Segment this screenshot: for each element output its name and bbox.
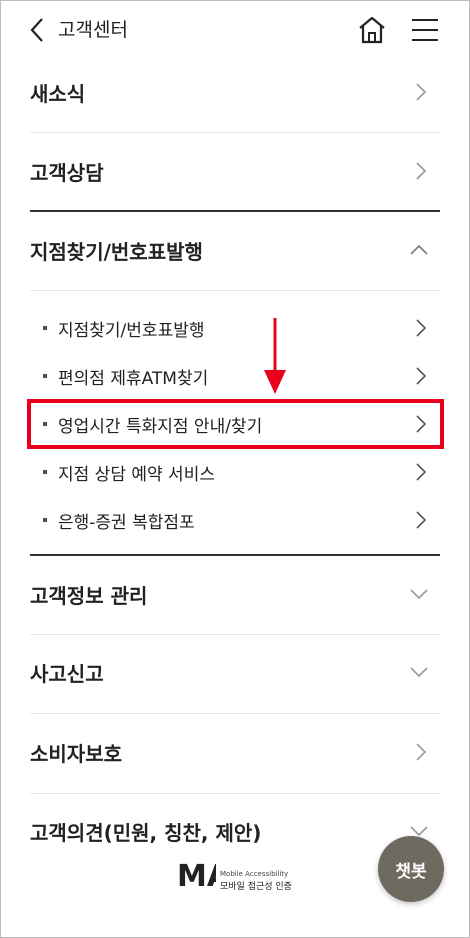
- bullet: [43, 374, 47, 378]
- chevron-down-icon: [410, 589, 428, 600]
- submenu-item-bank-securities[interactable]: 은행-증권 복합점포: [30, 504, 440, 536]
- menu-item-label: 지점찾기/번호표발행: [30, 239, 203, 264]
- menu-item-label: 고객상담: [30, 160, 104, 185]
- mobile-accessibility-badge: MA Mobile Accessibility 모바일 접근성 인증: [176, 854, 306, 894]
- menu-item-branch[interactable]: 지점찾기/번호표발행: [30, 228, 440, 272]
- menu-item-label: 사고신고: [30, 661, 104, 686]
- menu-item-info[interactable]: 고객정보 관리: [30, 572, 440, 616]
- divider: [30, 793, 440, 794]
- submenu-item-reservation[interactable]: 지점 상담 예약 서비스: [30, 456, 440, 488]
- menu-item-label: 새소식: [30, 81, 86, 106]
- home-icon: [359, 16, 385, 44]
- divider: [30, 554, 440, 556]
- badge-korean: 모바일 접근성 인증: [220, 882, 292, 892]
- menu-item-label: 소비자보호: [30, 741, 122, 766]
- highlight-box: [27, 399, 444, 449]
- menu-item-label: 고객정보 관리: [30, 583, 148, 608]
- chevron-right-icon: [416, 743, 427, 761]
- hamburger-menu-icon: [412, 19, 438, 41]
- submenu-item-branch-find[interactable]: 지점찾기/번호표발행: [30, 312, 440, 344]
- page-title: 고객센터: [58, 19, 128, 41]
- chevron-right-icon: [416, 319, 427, 337]
- back-button[interactable]: [28, 16, 48, 44]
- chevron-right-icon: [416, 511, 427, 529]
- home-button[interactable]: [356, 14, 388, 46]
- ma-mark-text: MA: [177, 859, 216, 894]
- submenu-label: 지점 상담 예약 서비스: [58, 464, 215, 485]
- menu-item-opinion[interactable]: 고객의견(민원, 칭찬, 제안): [30, 809, 440, 853]
- menu-item-news[interactable]: 새소식: [30, 70, 440, 114]
- divider: [30, 634, 440, 635]
- divider: [30, 132, 440, 133]
- chevron-left-icon: [30, 18, 43, 42]
- chatbot-label: 챗봇: [395, 861, 427, 882]
- submenu-label: 지점찾기/번호표발행: [58, 320, 205, 341]
- menu-item-accident[interactable]: 사고신고: [30, 650, 440, 694]
- chatbot-button[interactable]: 챗봇: [378, 836, 444, 902]
- chevron-right-icon: [416, 367, 427, 385]
- chevron-right-icon: [416, 162, 427, 180]
- divider: [30, 713, 440, 714]
- submenu-label: 편의점 제휴ATM찾기: [58, 368, 209, 389]
- bullet: [43, 470, 47, 474]
- ma-logo-icon: MA: [176, 854, 216, 894]
- submenu-label: 은행-증권 복합점포: [58, 512, 195, 533]
- chevron-right-icon: [416, 463, 427, 481]
- submenu-item-atm[interactable]: 편의점 제휴ATM찾기: [30, 360, 440, 392]
- bullet: [43, 518, 47, 522]
- badge-english: Mobile Accessibility: [220, 870, 289, 878]
- menu-button[interactable]: [410, 16, 440, 44]
- divider: [30, 210, 440, 212]
- bullet: [43, 326, 47, 330]
- menu-item-consumer[interactable]: 소비자보호: [30, 730, 440, 774]
- app-header: 고객센터: [0, 0, 470, 60]
- menu-item-label: 고객의견(민원, 칭찬, 제안): [30, 820, 262, 845]
- menu-item-consult[interactable]: 고객상담: [30, 149, 440, 193]
- down-arrow-icon: [264, 318, 286, 394]
- divider: [30, 290, 440, 291]
- chevron-right-icon: [416, 83, 427, 101]
- chevron-down-icon: [410, 667, 428, 678]
- chevron-up-icon: [410, 244, 428, 255]
